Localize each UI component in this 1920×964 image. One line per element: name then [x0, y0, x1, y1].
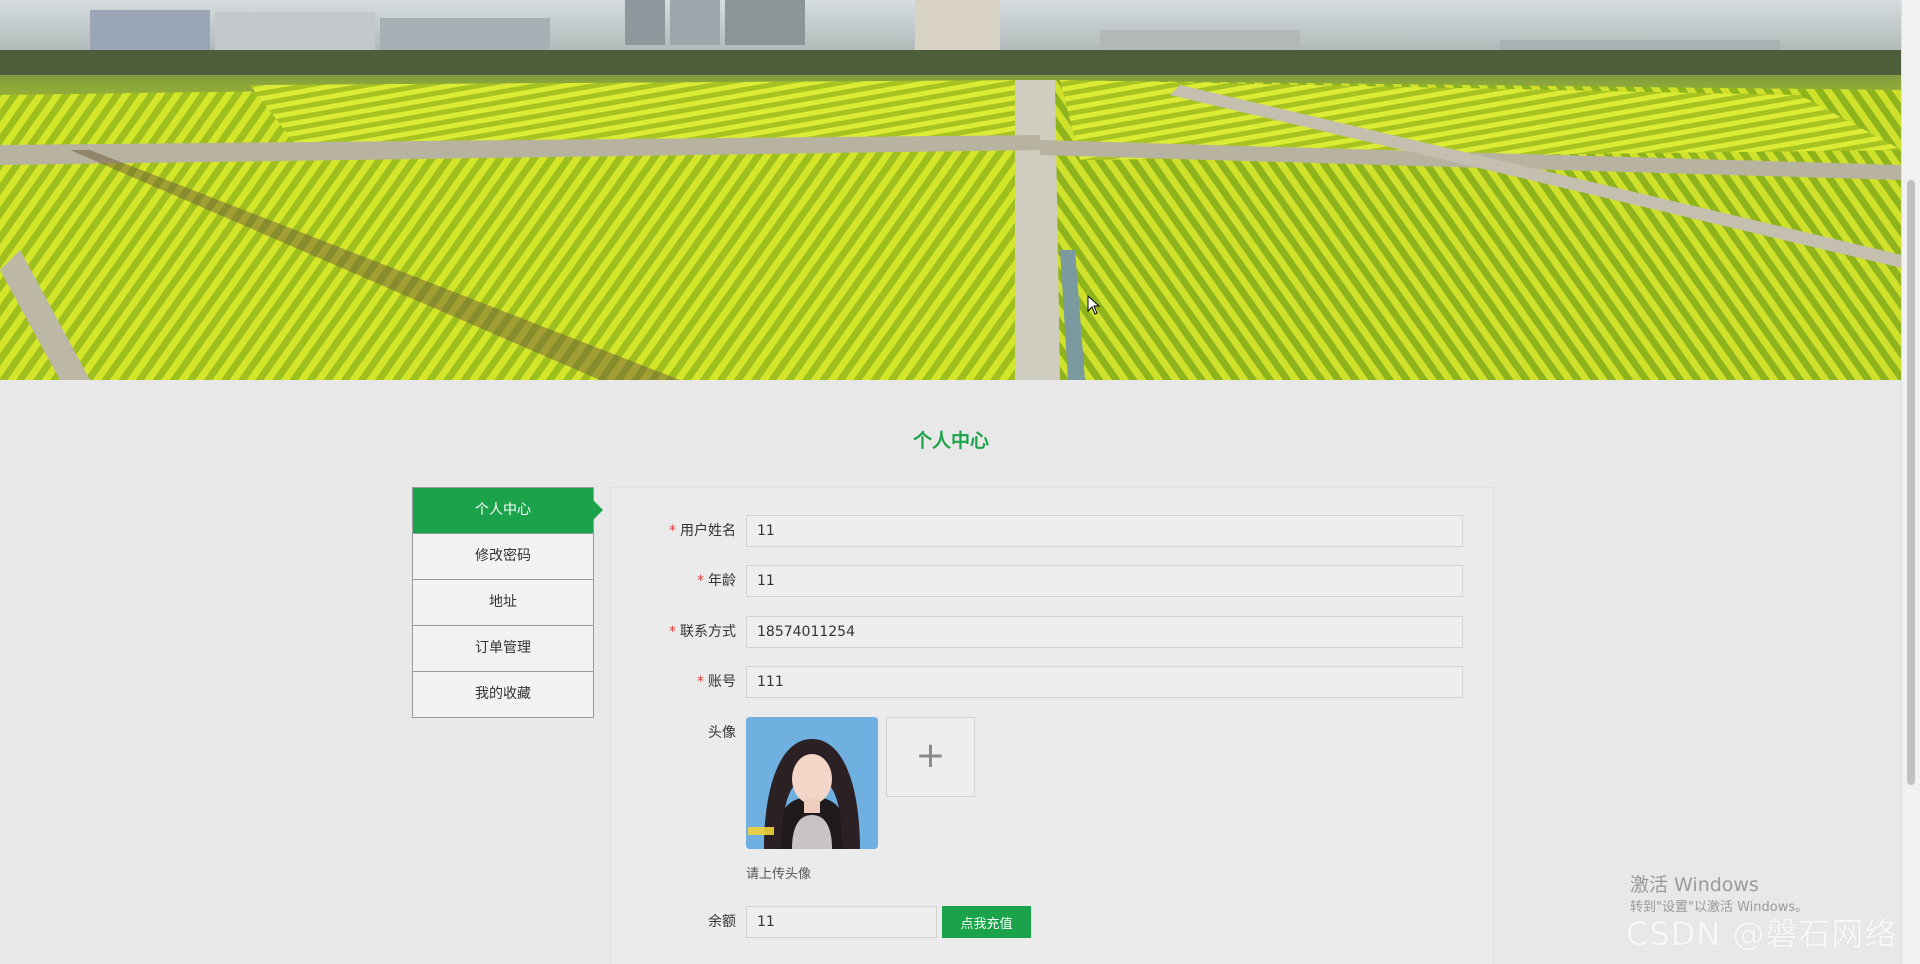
username-label-text: 用户姓名: [680, 523, 736, 539]
avatar-portrait: [746, 717, 878, 849]
contact-input[interactable]: [746, 616, 1463, 648]
scrollbar-thumb[interactable]: [1907, 180, 1915, 785]
required-mark: *: [669, 523, 676, 539]
account-label: * 账号: [611, 666, 736, 698]
form-row-account: * 账号: [611, 666, 1493, 698]
csdn-watermark: CSDN @磐石网络: [1626, 915, 1898, 953]
field-illustration: [0, 0, 1902, 380]
age-label-text: 年龄: [708, 573, 736, 589]
balance-input[interactable]: [746, 906, 937, 938]
form-row-username: * 用户姓名: [611, 515, 1493, 547]
plus-icon: +: [915, 735, 946, 776]
form-row-contact: * 联系方式: [611, 616, 1493, 648]
profile-form-panel: *用户姓名 *年龄 *联系方式 *账号 头像: [610, 487, 1494, 964]
account-label-text: 账号: [708, 674, 736, 690]
username-input[interactable]: [746, 515, 1463, 547]
sidebar-item-address[interactable]: 地址: [413, 580, 593, 626]
required-mark: *: [697, 674, 704, 690]
avatar-label: 头像: [708, 725, 736, 741]
contact-label: * 联系方式: [611, 616, 736, 648]
balance-label: 余额: [708, 914, 736, 930]
form-row-avatar: 头像 + 请上传头像: [611, 717, 1493, 887]
windows-activation-title: 激活 Windows: [1630, 874, 1759, 896]
required-mark: *: [697, 573, 704, 589]
form-row-balance: 余额 点我充值: [611, 906, 1493, 938]
mouse-cursor-icon: [1087, 295, 1101, 315]
recharge-button[interactable]: 点我充值: [942, 906, 1031, 938]
avatar-upload-button[interactable]: +: [886, 717, 975, 797]
account-input[interactable]: [746, 666, 1463, 698]
page: 个人中心 个人中心 修改密码 地址 订单管理 我的收藏 *用户姓名 *年龄 *联…: [0, 0, 1920, 964]
contact-label-text: 联系方式: [680, 624, 736, 640]
sidebar-item-orders[interactable]: 订单管理: [413, 626, 593, 672]
sidebar-nav: 个人中心 修改密码 地址 订单管理 我的收藏: [412, 487, 603, 718]
sidebar-item-change-password[interactable]: 修改密码: [413, 534, 593, 580]
username-label: * 用户姓名: [611, 515, 736, 547]
age-label: * 年龄: [611, 565, 736, 597]
sidebar-item-favorites[interactable]: 我的收藏: [413, 672, 593, 717]
page-title: 个人中心: [912, 430, 989, 452]
avatar[interactable]: [746, 717, 878, 849]
age-input[interactable]: [746, 565, 1463, 597]
required-mark: *: [669, 624, 676, 640]
vertical-scrollbar[interactable]: [1901, 0, 1920, 964]
form-row-age: * 年龄: [611, 565, 1493, 597]
sidebar-item-profile[interactable]: 个人中心: [413, 488, 603, 534]
avatar-upload-hint: 请上传头像: [746, 867, 812, 882]
banner-image: [0, 0, 1902, 380]
